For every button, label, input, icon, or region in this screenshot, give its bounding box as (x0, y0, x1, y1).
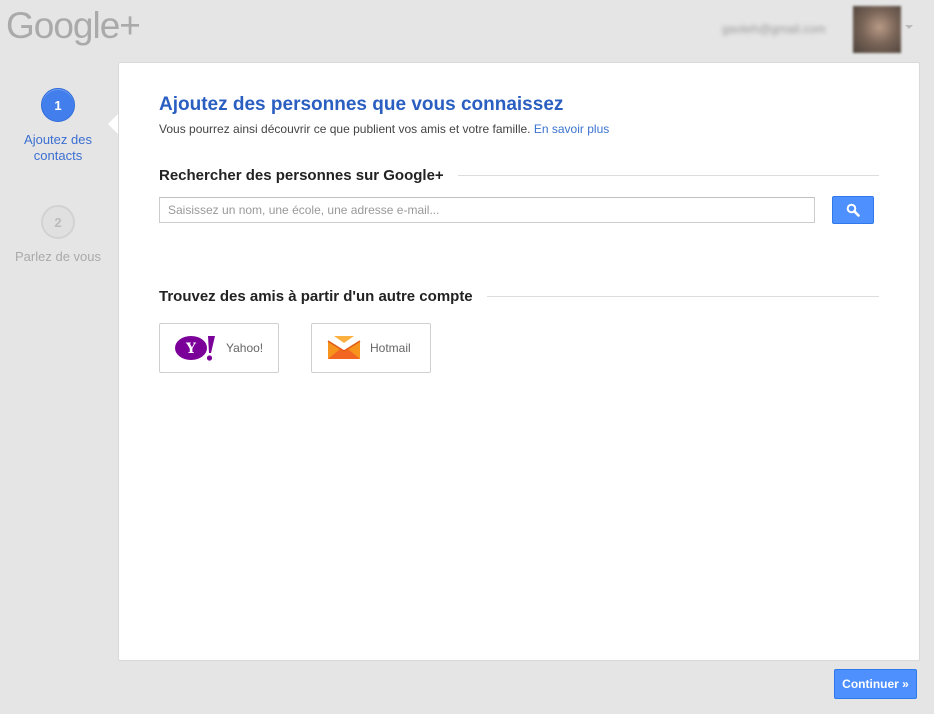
search-input[interactable] (159, 197, 815, 223)
main-panel: Ajoutez des personnes que vous connaisse… (118, 62, 920, 661)
search-section-header: Rechercher des personnes sur Google+ (159, 167, 879, 184)
subtitle-text: Vous pourrez ainsi découvrir ce que publ… (159, 122, 531, 136)
continue-button[interactable]: Continuer » (834, 669, 917, 699)
hotmail-label: Hotmail (370, 341, 411, 355)
learn-more-link[interactable]: En savoir plus (534, 122, 609, 136)
avatar[interactable] (853, 6, 901, 53)
search-button[interactable] (832, 196, 874, 224)
divider (457, 175, 879, 176)
chevron-down-icon[interactable] (905, 25, 913, 29)
google-plus-logo[interactable]: Google+ (6, 4, 141, 48)
step-2-label: Parlez de vous (15, 249, 101, 264)
step-2[interactable]: 2 Parlez de vous (0, 205, 116, 265)
hotmail-envelope-icon (327, 336, 361, 359)
page-subtitle: Vous pourrez ainsi découvrir ce que publ… (159, 122, 609, 136)
yahoo-logo-icon: Y (175, 336, 215, 361)
yahoo-label: Yahoo! (226, 341, 264, 355)
step-1[interactable]: 1 Ajoutez des contacts (0, 88, 116, 164)
search-icon (846, 203, 860, 217)
hotmail-button[interactable]: Hotmail (311, 323, 431, 373)
step-1-label: Ajoutez des contacts (24, 132, 92, 163)
svg-text:Y: Y (185, 341, 197, 357)
page-title: Ajoutez des personnes que vous connaisse… (159, 94, 564, 115)
other-account-title: Trouvez des amis à partir d'un autre com… (159, 288, 473, 305)
step-1-number: 1 (41, 88, 75, 122)
step-2-number: 2 (41, 205, 75, 239)
divider (486, 296, 879, 297)
account-email[interactable]: gaoteh@gmail.com (722, 22, 826, 36)
other-account-section-header: Trouvez des amis à partir d'un autre com… (159, 288, 879, 305)
yahoo-button[interactable]: Y Yahoo! (159, 323, 279, 373)
search-section-title: Rechercher des personnes sur Google+ (159, 167, 444, 184)
